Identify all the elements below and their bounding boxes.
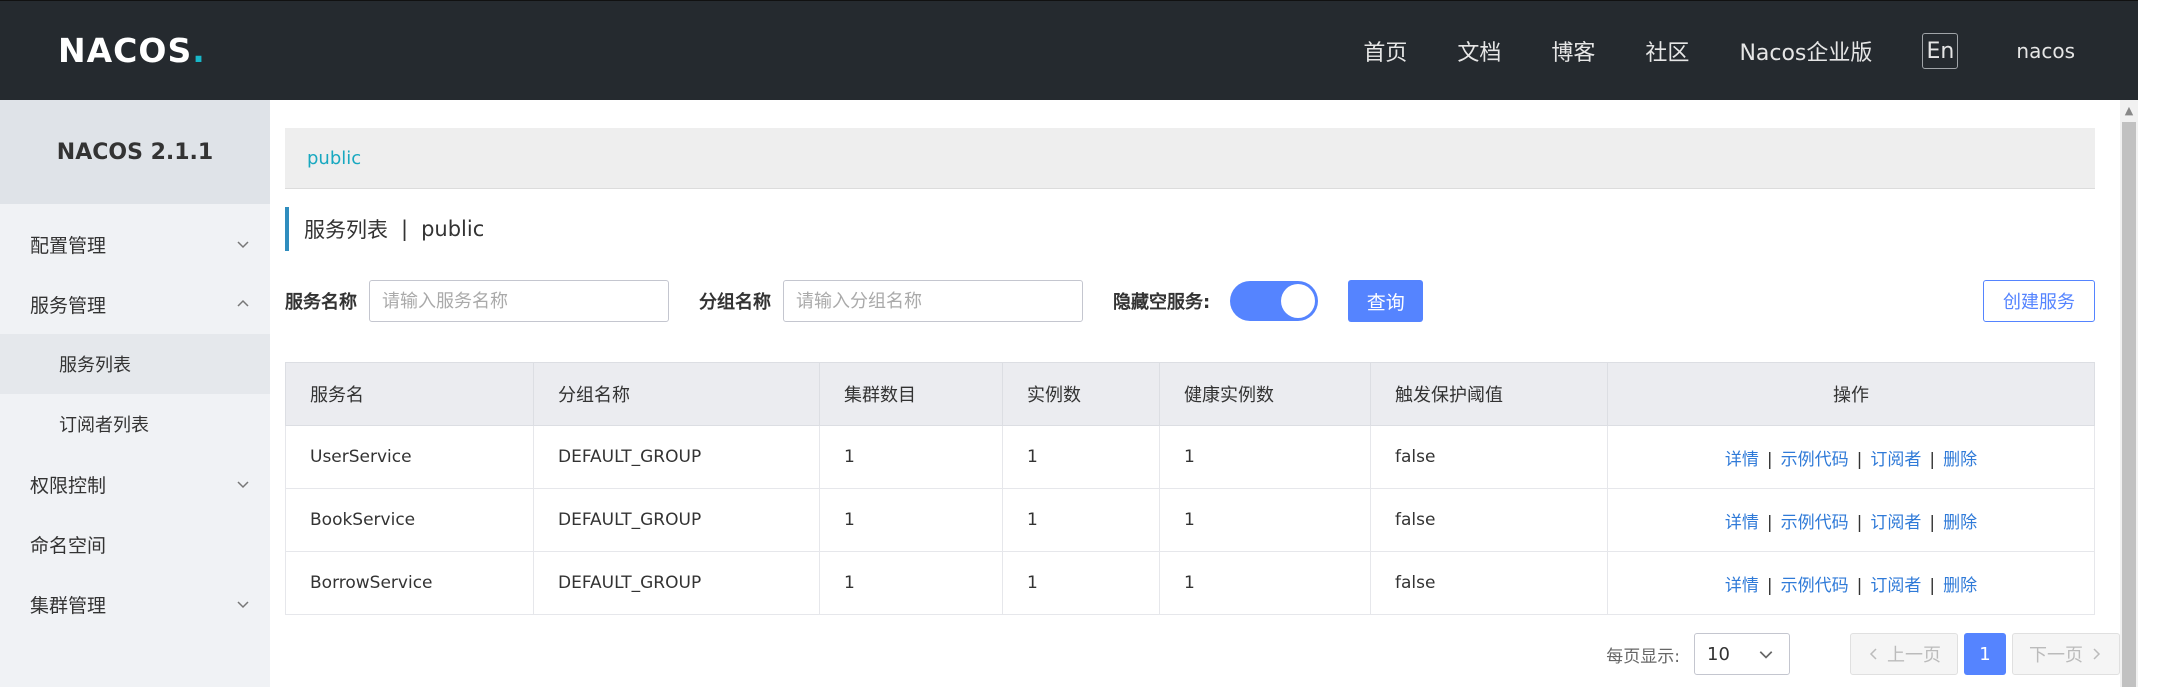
table-row: BookService DEFAULT_GROUP 1 1 1 false 详情… (285, 488, 2095, 552)
chevron-right-icon (2089, 647, 2103, 661)
col-group-name: 分组名称 (533, 362, 820, 426)
user-menu[interactable]: nacos (2016, 39, 2075, 63)
col-healthy-count: 健康实例数 (1159, 362, 1371, 426)
detail-link[interactable]: 详情 (1725, 513, 1759, 533)
delete-link[interactable]: 删除 (1943, 513, 1977, 533)
col-protect-threshold: 触发保护阈值 (1370, 362, 1608, 426)
page-number-button[interactable]: 1 (1964, 633, 2006, 675)
sample-code-link[interactable]: 示例代码 (1781, 576, 1849, 596)
query-button[interactable]: 查询 (1348, 280, 1424, 322)
prev-page-button[interactable]: 上一页 (1850, 633, 1958, 675)
col-service-name: 服务名 (285, 362, 534, 426)
create-service-button[interactable]: 创建服务 (1983, 280, 2095, 322)
subscriber-link[interactable]: 订阅者 (1870, 450, 1921, 470)
subscriber-link[interactable]: 订阅者 (1870, 513, 1921, 533)
service-name-label: 服务名称 (285, 292, 357, 313)
delete-link[interactable]: 删除 (1943, 450, 1977, 470)
sidebar: NACOS 2.1.1 配置管理 服务管理 服务列表 订阅者列表 权限控制 命名… (0, 100, 270, 687)
sidebar-item-cluster[interactable]: 集群管理 (0, 574, 270, 634)
table-row: BorrowService DEFAULT_GROUP 1 1 1 false … (285, 551, 2095, 615)
sidebar-item-namespace[interactable]: 命名空间 (0, 514, 270, 574)
language-switch-button[interactable]: En (1922, 33, 1959, 69)
service-name-input[interactable] (369, 280, 669, 322)
col-instance-count: 实例数 (1002, 362, 1160, 426)
chevron-down-icon (232, 473, 254, 495)
pagination: 每页显示: 10 上一页 1 下一页 (1606, 632, 2120, 676)
row-actions: 详情 | 示例代码 | 订阅者 | 删除 (1607, 425, 2095, 489)
page-title: 服务列表 | public (285, 207, 484, 251)
sample-code-link[interactable]: 示例代码 (1781, 450, 1849, 470)
hide-empty-toggle[interactable] (1230, 281, 1319, 321)
nav-blog[interactable]: 博客 (1551, 35, 1595, 67)
group-name-label: 分组名称 (699, 292, 771, 313)
namespace-bar: public (285, 128, 2095, 189)
chevron-down-icon (1755, 643, 1777, 665)
scrollbar-thumb[interactable] (2122, 122, 2136, 687)
table-row: UserService DEFAULT_GROUP 1 1 1 false 详情… (285, 425, 2095, 489)
chevron-left-icon (1867, 647, 1881, 661)
top-nav: 首页 文档 博客 社区 Nacos企业版 En nacos (1363, 1, 2160, 101)
nav-community[interactable]: 社区 (1645, 35, 1689, 67)
detail-link[interactable]: 详情 (1725, 450, 1759, 470)
sidebar-item-auth[interactable]: 权限控制 (0, 454, 270, 514)
group-name-input[interactable] (783, 280, 1083, 322)
next-page-button[interactable]: 下一页 (2012, 633, 2120, 675)
main-content: public 服务列表 | public 服务名称 分组名称 隐藏空服务: 查询… (270, 100, 2120, 687)
version-label: NACOS 2.1.1 (0, 100, 270, 204)
detail-link[interactable]: 详情 (1725, 576, 1759, 596)
top-navbar: NACOS. 首页 文档 博客 社区 Nacos企业版 En nacos (0, 0, 2160, 100)
nav-home[interactable]: 首页 (1363, 35, 1407, 67)
row-actions: 详情 | 示例代码 | 订阅者 | 删除 (1607, 488, 2095, 552)
nav-enterprise[interactable]: Nacos企业版 (1739, 35, 1872, 67)
window-edge (2138, 0, 2160, 687)
sidebar-menu: 配置管理 服务管理 服务列表 订阅者列表 权限控制 命名空间 集群管理 (0, 204, 270, 634)
sidebar-item-service[interactable]: 服务管理 (0, 274, 270, 334)
subscriber-link[interactable]: 订阅者 (1870, 576, 1921, 596)
sample-code-link[interactable]: 示例代码 (1781, 513, 1849, 533)
nav-docs[interactable]: 文档 (1457, 35, 1501, 67)
chevron-down-icon (232, 593, 254, 615)
scroll-up-arrow-icon[interactable]: ▲ (2120, 100, 2138, 120)
namespace-link-public[interactable]: public (307, 148, 361, 169)
delete-link[interactable]: 删除 (1943, 576, 1977, 596)
row-actions: 详情 | 示例代码 | 订阅者 | 删除 (1607, 551, 2095, 615)
service-table: 服务名 分组名称 集群数目 实例数 健康实例数 触发保护阈值 操作 UserSe… (285, 362, 2095, 615)
toggle-knob (1281, 284, 1316, 318)
nacos-logo[interactable]: NACOS. (58, 31, 206, 70)
sidebar-item-config[interactable]: 配置管理 (0, 214, 270, 274)
sidebar-item-service-list[interactable]: 服务列表 (0, 334, 270, 394)
sidebar-item-subscriber-list[interactable]: 订阅者列表 (0, 394, 270, 454)
hide-empty-label: 隐藏空服务: (1113, 292, 1211, 313)
filter-bar: 服务名称 分组名称 隐藏空服务: 查询 创建服务 (285, 278, 2095, 324)
per-page-label: 每页显示: (1606, 646, 1680, 667)
col-actions: 操作 (1607, 362, 2095, 426)
vertical-scrollbar[interactable]: ▲ (2120, 100, 2138, 687)
table-header-row: 服务名 分组名称 集群数目 实例数 健康实例数 触发保护阈值 操作 (285, 362, 2095, 426)
per-page-select[interactable]: 10 (1694, 633, 1790, 675)
chevron-down-icon (232, 233, 254, 255)
col-cluster-count: 集群数目 (819, 362, 1003, 426)
chevron-up-icon (232, 293, 254, 315)
